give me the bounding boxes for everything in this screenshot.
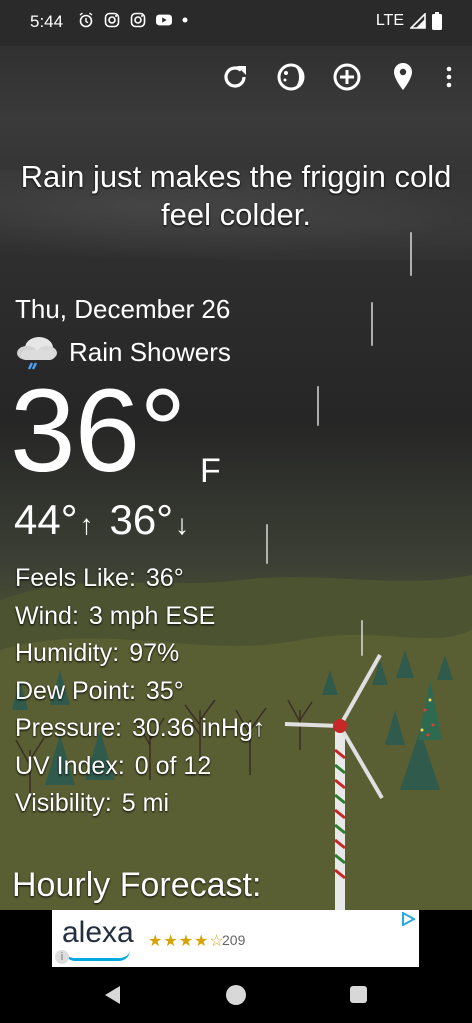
ad-rating-stars: ★★★★☆ — [148, 933, 225, 950]
ad-choices-icon[interactable] — [401, 912, 415, 926]
wind-turbine — [284, 654, 384, 910]
signal-icon — [410, 13, 426, 29]
ad-logo-smile — [64, 950, 130, 961]
more-options-button[interactable] — [444, 62, 454, 92]
raindrop — [410, 232, 412, 276]
detail-label: Wind: — [15, 601, 79, 630]
ad-info-icon[interactable]: i — [55, 950, 69, 964]
detail-feels-like: Feels Like: 36° — [15, 560, 265, 598]
weather-quote: Rain just makes the friggin cold feel co… — [20, 159, 452, 232]
more-vert-icon — [446, 66, 452, 88]
high-temperature: 44° — [14, 496, 78, 543]
detail-label: Visibility: — [15, 789, 112, 817]
detail-label: UV Index: — [15, 751, 125, 780]
down-arrow-icon: ↓ — [175, 509, 190, 540]
back-icon[interactable] — [104, 985, 122, 1005]
weather-details: Feels Like: 36° Wind: 3 mph ESE Humidity: 9… — [15, 560, 265, 823]
current-temperature: 36° — [10, 365, 186, 497]
ad-rating-count: 209 — [222, 932, 246, 948]
detail-pressure: Pressure: 30.36 inHg↑ — [15, 710, 265, 748]
raindrop — [317, 386, 319, 426]
status-bar: 5:44 LTE — [0, 0, 472, 46]
instagram-icon — [130, 12, 146, 28]
detail-value: 5 mi — [121, 789, 170, 817]
temperature-unit: F — [200, 452, 221, 490]
detail-uv-index: UV Index: 0 of 12 — [15, 748, 265, 786]
refresh-button[interactable] — [220, 62, 250, 92]
detail-value: 35° — [145, 676, 184, 705]
moon-phase-icon — [277, 63, 305, 91]
detail-value: 3 mph ESE — [88, 601, 216, 630]
forecast-date: Thu, December 26 — [15, 294, 231, 324]
detail-dew-point: Dew Point: 35° — [15, 673, 265, 711]
banner-ad[interactable]: alexa ★★★★☆ 209 i — [52, 910, 419, 967]
youtube-icon — [156, 14, 172, 26]
detail-label: Feels Like: — [15, 564, 136, 592]
add-location-button[interactable] — [332, 62, 362, 92]
detail-label: Humidity: — [15, 639, 120, 667]
moon-phase-button[interactable] — [276, 62, 306, 92]
recents-icon[interactable] — [350, 986, 367, 1003]
network-type: LTE — [375, 12, 404, 29]
location-pin-icon — [394, 63, 412, 90]
toolbar — [220, 62, 454, 92]
detail-wind: Wind: 3 mph ESE — [15, 598, 265, 636]
condition-text: Rain Showers — [69, 336, 231, 367]
instagram-icon — [104, 12, 120, 28]
refresh-icon — [224, 66, 246, 88]
low-temperature: 36° — [109, 496, 174, 543]
raindrop — [266, 524, 268, 564]
raindrop — [361, 620, 363, 656]
detail-humidity: Humidity: 97% — [15, 635, 265, 673]
location-button[interactable] — [388, 62, 418, 92]
detail-visibility: Visibility: 5 mi — [15, 785, 265, 823]
detail-value: 0 of 12 — [134, 751, 212, 780]
ad-brand-logo: alexa — [62, 916, 134, 949]
add-location-icon — [333, 63, 361, 91]
hourly-forecast-heading: Hourly Forecast: — [12, 866, 262, 904]
battery-icon — [432, 12, 442, 30]
dot-icon — [182, 17, 188, 23]
status-time: 5:44 — [30, 12, 64, 31]
raindrop — [371, 302, 373, 346]
high-low-row: 44° ↑ 36° ↓ — [14, 496, 189, 544]
navigation-bar — [0, 968, 472, 1023]
home-icon[interactable] — [226, 985, 246, 1005]
detail-label: Pressure: — [15, 714, 122, 742]
detail-value: 30.36 inHg↑ — [131, 714, 266, 742]
detail-value: 36° — [145, 564, 184, 592]
alarm-icon — [79, 12, 93, 28]
up-arrow-icon: ↑ — [79, 509, 94, 540]
detail-label: Dew Point: — [15, 676, 136, 705]
detail-value: 97% — [129, 639, 180, 667]
